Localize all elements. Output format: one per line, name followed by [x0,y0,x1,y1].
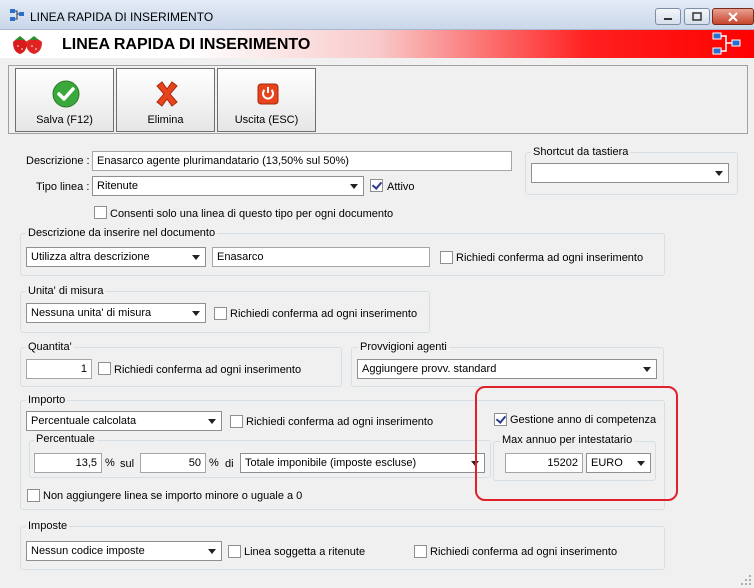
chevron-down-icon [192,311,200,316]
exit-button[interactable]: Uscita (ESC) [217,68,316,132]
checkmark-icon [52,80,80,108]
maximize-icon [692,12,702,21]
quantita-input[interactable]: 1 [26,359,92,379]
unita-misura-group-label: Unita' di misura [26,285,106,297]
save-button-label: Salva (F12) [36,114,93,126]
descrizione-mode-select[interactable]: Utilizza altra descrizione [26,247,206,267]
sul-input[interactable]: 50 [140,453,206,473]
shortcut-group-label: Shortcut da tastiera [531,146,631,158]
percentuale-input[interactable]: 13,5 [34,453,102,473]
di-label: di [225,458,234,470]
non-aggiungere-checkbox[interactable] [27,489,40,502]
consenti-label: Consenti solo una linea di questo tipo p… [110,208,394,220]
delete-button[interactable]: Elimina [116,68,215,132]
non-aggiungere-label: Non aggiungere linea se importo minore o… [43,490,303,502]
app-network-icon [10,9,24,21]
header-banner: LINEA RAPIDA DI INSERIMENTO [0,30,754,58]
descrizione-input[interactable]: Enasarco agente plurimandatario (13,50% … [92,151,512,171]
imposte-group-label: Imposte [26,520,70,532]
unita-misura-select[interactable]: Nessuna unita' di misura [26,303,206,323]
ritenute-label: Linea soggetta a ritenute [244,546,366,558]
tipo-linea-label: Tipo linea : [36,181,90,193]
minimize-icon [664,17,672,20]
close-window-button[interactable] [712,8,754,25]
descrizione-label: Descrizione : [26,155,90,167]
delete-button-label: Elimina [147,114,184,126]
maximize-button[interactable] [684,8,710,25]
descrizione-documento-group-label: Descrizione da inserire nel documento [26,227,218,239]
chevron-down-icon [350,184,358,189]
chevron-down-icon [643,367,651,372]
quantita-confirm-label: Richiedi conferma ad ogni inserimento [114,364,302,376]
base-calcolo-value: Totale imponibile (imposte escluse) [245,457,417,469]
exit-button-label: Uscita (ESC) [234,114,299,126]
highlight-annotation [475,386,678,501]
percentuale-unit: % [105,457,115,469]
quantita-group-label: Quantita' [26,341,74,353]
chevron-down-icon [208,549,216,554]
imposte-confirm-label: Richiedi conferma ad ogni inserimento [430,546,618,558]
chevron-down-icon [208,419,216,424]
descrizione-mode-value: Utilizza altra descrizione [31,251,150,263]
importo-mode-select[interactable]: Percentuale calcolata [26,411,222,431]
quantita-confirm-checkbox[interactable] [98,362,111,375]
importo-confirm-checkbox[interactable] [230,415,243,428]
shortcut-select[interactable] [531,163,729,183]
provvigioni-select[interactable]: Aggiungere provv. standard [357,359,657,379]
unita-confirm-checkbox[interactable] [214,307,227,320]
base-calcolo-select[interactable]: Totale imponibile (imposte escluse) [240,453,485,473]
imposte-confirm-checkbox[interactable] [414,545,427,558]
sul-label: sul [120,458,135,470]
strawberries-icon [13,36,42,54]
importo-group-label: Importo [26,394,68,406]
imposte-value: Nessun codice imposte [31,545,145,557]
descrizione-confirm-checkbox[interactable] [440,251,453,264]
unita-misura-value: Nessuna unita' di misura [31,307,152,319]
attivo-checkbox[interactable] [370,179,383,192]
close-icon [728,11,738,22]
percentuale-group-label: Percentuale [34,433,97,445]
descrizione-confirm-label: Richiedi conferma ad ogni inserimento [456,252,644,264]
sul-unit: % [209,457,219,469]
header-title: LINEA RAPIDA DI INSERIMENTO [62,36,311,53]
minimize-button[interactable] [655,8,681,25]
tipo-linea-select[interactable]: Ritenute [92,176,364,196]
importo-mode-value: Percentuale calcolata [31,415,137,427]
provvigioni-group-label: Provvigioni agenti [358,341,449,353]
window-title: LINEA RAPIDA DI INSERIMENTO [30,10,214,24]
ritenute-checkbox[interactable] [228,545,241,558]
tipo-linea-value: Ritenute [97,180,138,192]
unita-confirm-label: Richiedi conferma ad ogni inserimento [230,308,418,320]
consenti-checkbox[interactable] [94,206,107,219]
importo-confirm-label: Richiedi conferma ad ogni inserimento [246,416,434,428]
chevron-down-icon [715,171,723,176]
red-x-icon [156,81,178,107]
save-button[interactable]: Salva (F12) [15,68,114,132]
provvigioni-value: Aggiungere provv. standard [362,363,497,375]
title-bar: LINEA RAPIDA DI INSERIMENTO [0,0,754,30]
power-icon [257,83,279,105]
network-icon [712,32,741,55]
chevron-down-icon [192,255,200,260]
resize-grip-icon[interactable] [740,574,752,586]
imposte-select[interactable]: Nessun codice imposte [26,541,222,561]
attivo-label: Attivo [387,181,415,193]
descrizione-documento-input[interactable]: Enasarco [212,247,430,267]
